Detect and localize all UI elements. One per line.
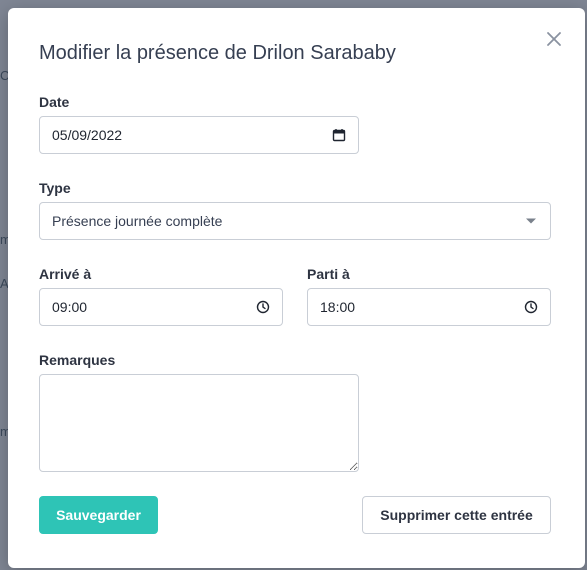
edit-attendance-modal: Modifier la présence de Drilon Sarababy …	[8, 8, 585, 568]
clock-icon[interactable]	[256, 300, 270, 314]
date-value: 05/09/2022	[52, 127, 123, 143]
departure-time-input[interactable]: 18:00	[307, 288, 551, 326]
remarks-label: Remarques	[39, 352, 116, 368]
modal-title: Modifier la présence de Drilon Sarababy	[39, 42, 396, 64]
type-value: Présence journée complète	[52, 213, 223, 229]
type-label: Type	[39, 180, 71, 196]
clock-icon[interactable]	[524, 300, 538, 314]
date-input[interactable]: 05/09/2022	[39, 116, 359, 154]
close-button[interactable]	[543, 28, 565, 50]
arrival-label: Arrivé à	[39, 266, 92, 282]
arrival-time-input[interactable]: 09:00	[39, 288, 283, 326]
delete-entry-button[interactable]: Supprimer cette entrée	[362, 496, 551, 534]
departure-time-value: 18:00	[320, 299, 356, 315]
remarks-textarea[interactable]	[39, 374, 359, 472]
save-button[interactable]: Sauvegarder	[39, 496, 158, 534]
date-label: Date	[39, 94, 70, 110]
arrival-time-value: 09:00	[52, 299, 88, 315]
caret-down-icon	[524, 214, 538, 228]
calendar-icon[interactable]	[332, 128, 346, 142]
close-icon[interactable]	[543, 28, 565, 50]
type-select[interactable]: Présence journée complète	[39, 202, 551, 240]
departure-label: Parti à	[307, 266, 350, 282]
